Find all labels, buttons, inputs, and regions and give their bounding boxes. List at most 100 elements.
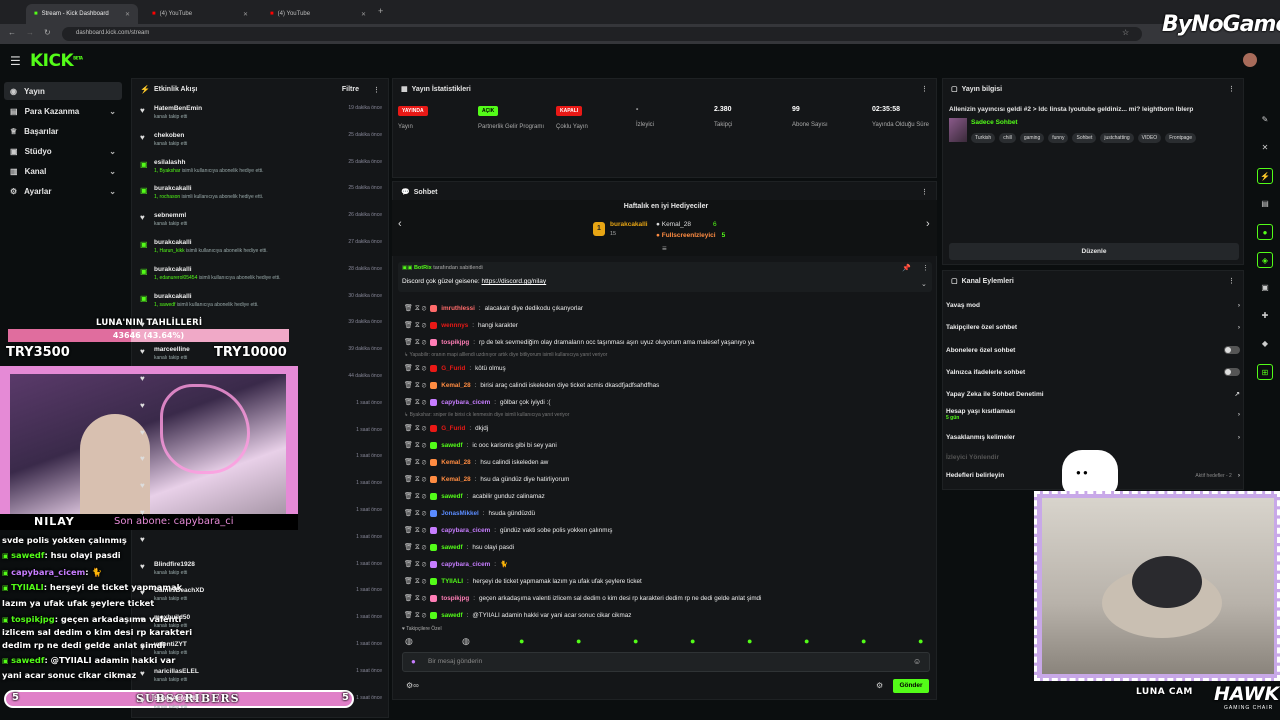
activity-user[interactable]: chekoben [154,132,184,139]
edit-stream-button[interactable]: Düzenle [949,243,1239,260]
activity-user[interactable]: moxbuild50 [154,614,190,621]
browser-tab[interactable]: ■ (4) YouTube ✕ [144,4,256,24]
bookmark-star-icon[interactable]: ☆ [1122,28,1129,37]
mod-action-icons[interactable]: 🗑 ⧖ ⊘ [404,424,426,433]
channel-action-item[interactable]: Yalnızca ifadelerle sohbet [946,368,1240,376]
activity-user[interactable]: SuperActorHD [154,695,199,702]
activity-user[interactable]: HatemBenEmin [154,105,202,112]
chat-username[interactable]: sawedf [441,493,462,500]
mod-action-icons[interactable]: 🗑 ⧖ ⊘ [404,398,426,407]
mod-action-icons[interactable]: 🗑 ⧖ ⊘ [404,594,426,603]
toggle-switch[interactable] [1224,346,1240,354]
page-icon[interactable]: ▤ [1257,196,1273,212]
sidebar-item-başarılar[interactable]: ♕ Başarılar [4,122,122,140]
mod-action-icons[interactable]: 🗑 ⧖ ⊘ [404,458,426,467]
stream-tag[interactable]: Frontpage [1165,133,1196,143]
kick-logo[interactable]: KICKBETA [30,51,83,71]
activity-user[interactable]: marceelline [154,346,190,353]
activity-user[interactable]: burakcakalli [154,239,192,246]
activity-user[interactable]: burakcakalli [154,185,192,192]
mod-action-icons[interactable]: 🗑 ⧖ ⊘ [404,364,426,373]
emote-icon[interactable]: ● [576,636,581,646]
chevron-down-icon[interactable]: ⌄ [921,280,927,288]
activity-user[interactable]: GamesBeachXD [154,587,204,594]
close-tab-icon[interactable]: ✕ [243,11,248,18]
shield-icon[interactable]: ◈ [1257,252,1273,268]
url-field[interactable]: dashboard.kick.com/stream [62,27,1142,41]
activity-user[interactable]: esilalashh [154,159,185,166]
chat-username[interactable]: TYIIALI [441,578,463,585]
chat-username[interactable]: G_Furid [441,425,465,432]
chat-username[interactable]: wennnys [441,322,468,329]
collapse-gifters-icon[interactable]: ≡ [662,244,667,253]
emote-icon[interactable]: ● [519,636,524,646]
stream-tag[interactable]: justchatting [1100,133,1134,143]
channel-action-item[interactable]: Yasaklanmış kelimeler › [946,434,1240,441]
chat-username[interactable]: capybara_cicem [441,399,490,406]
avatar[interactable] [1243,53,1257,67]
toggle-switch[interactable] [1224,368,1240,376]
emote-icon[interactable]: ● [747,636,752,646]
chat-username[interactable]: sawedf [441,442,462,449]
stream-tag[interactable]: gaming [1019,133,1045,143]
back-icon[interactable]: ← [8,28,16,37]
channel-actions-more-icon[interactable]: ⋮ [1228,277,1235,285]
emote-icon[interactable]: ● [633,636,638,646]
grid-icon[interactable]: ▣ [1257,280,1273,296]
send-button[interactable]: Gönder [893,679,929,693]
emote-icon[interactable]: ◍ [462,636,470,647]
pinned-more-icon[interactable]: ⋮ [922,264,929,272]
mod-action-icons[interactable]: 🗑 ⧖ ⊘ [404,560,426,569]
gifters-next-icon[interactable]: › [926,218,930,230]
chat-username[interactable]: capybara_cicem [441,527,490,534]
sidebar-item-para-kazanma[interactable]: ▤ Para Kazanma ⌄ [4,102,122,120]
emote-icon[interactable]: ● [804,636,809,646]
mod-action-icons[interactable]: 🗑 ⧖ ⊘ [404,543,426,552]
chat-username[interactable]: tospikjpg [441,595,469,602]
chat-username[interactable]: Kemal_28 [441,382,470,389]
activity-user[interactable]: valentiZYT [154,641,187,648]
mod-action-icons[interactable]: 🗑 ⧖ ⊘ [404,304,426,313]
stream-tag[interactable]: VIDEO [1137,133,1162,143]
activity-user[interactable]: naricillasELEL [154,668,199,675]
emote-icon[interactable]: ● [690,636,695,646]
chat-username[interactable]: Kemal_28 [441,476,470,483]
activity-more-icon[interactable]: ⋮ [373,86,380,94]
sidebar-item-yayın[interactable]: ◉ Yayın [4,82,122,100]
browser-tab[interactable]: ■ (4) YouTube ✕ [262,4,374,24]
diamond-icon[interactable]: ◆ [1257,336,1273,352]
emoji-icon[interactable]: ☺ [913,657,921,666]
mod-action-icons[interactable]: 🗑 ⧖ ⊘ [404,492,426,501]
sidebar-item-stüdyo[interactable]: ▣ Stüdyo ⌄ [4,142,122,160]
stream-tag[interactable]: Turkish [971,133,996,143]
stream-tag[interactable]: funny [1048,133,1069,143]
chat-username[interactable]: G_Furid [441,365,465,372]
mod-action-icons[interactable]: 🗑 ⧖ ⊘ [404,509,426,518]
close-tab-icon[interactable]: ✕ [361,11,366,18]
mic-icon[interactable]: ● [411,657,416,666]
pin-icon[interactable]: 📌 [902,264,911,272]
channel-action-item[interactable]: Takipçilere özel sohbet › [946,324,1240,331]
chat-settings-icon[interactable]: ⚙ [876,681,883,690]
stream-category[interactable]: Sadece Sohbet [971,119,1018,126]
bolt-icon[interactable]: ⚡ [1257,168,1273,184]
stream-info-more-icon[interactable]: ⋮ [1228,85,1235,93]
channel-action-item[interactable]: Yapay Zeka ile Sohbet Denetimi ↗ [946,390,1240,399]
chat-more-icon[interactable]: ⋮ [921,188,928,196]
mod-action-icons[interactable]: 🗑 ⧖ ⊘ [404,381,426,390]
chat-tools-icon[interactable]: ⚙∞ [406,681,419,690]
sidebar-item-kanal[interactable]: ▥ Kanal ⌄ [4,162,122,180]
chat-bubble-icon[interactable]: ● [1257,224,1273,240]
mod-action-icons[interactable]: 🗑 ⧖ ⊘ [404,577,426,586]
emote-icon[interactable]: ● [861,636,866,646]
chat-username[interactable]: capybara_cicem [441,561,490,568]
activity-user[interactable]: burakcakalli [154,293,192,300]
stream-tag[interactable]: chill [999,133,1016,143]
stream-tag[interactable]: Sohbet [1072,133,1097,143]
chat-username[interactable]: sawedf [441,544,462,551]
activity-user[interactable]: burakcakalli [154,266,192,273]
hamburger-menu-icon[interactable]: ☰ [10,54,21,68]
mod-action-icons[interactable]: 🗑 ⧖ ⊘ [404,441,426,450]
sidebar-item-ayarlar[interactable]: ⚙ Ayarlar ⌄ [4,182,122,200]
chat-username[interactable]: sawedf [441,612,462,619]
